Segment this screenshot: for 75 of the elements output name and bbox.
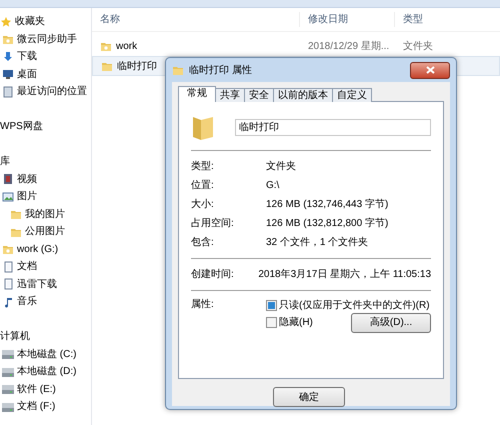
folder-icon — [10, 208, 22, 220]
sidebar-item[interactable]: 下载 — [17, 49, 37, 64]
sidebar-item[interactable]: 计算机 — [0, 329, 30, 344]
sidebar-item[interactable]: 文档 (F:) — [17, 399, 56, 414]
sidebar-item[interactable]: 本地磁盘 (D:) — [17, 364, 76, 380]
image-icon — [2, 190, 14, 203]
property-value: G:\ — [266, 179, 280, 193]
tab[interactable]: 以前的版本 — [273, 88, 333, 102]
tab[interactable]: 常规 — [178, 86, 216, 102]
document-icon — [2, 278, 14, 290]
file-name: work — [116, 40, 138, 54]
sidebar-item[interactable]: 库 — [0, 154, 10, 170]
close-button[interactable] — [410, 62, 450, 78]
desktop-icon — [2, 68, 14, 80]
property-label: 包含: — [191, 236, 215, 250]
tab[interactable]: 共享 — [215, 88, 245, 102]
file-type: 文件夹 — [403, 40, 433, 52]
name-field[interactable]: 临时打印 — [235, 118, 431, 136]
sidebar-item[interactable]: 本地磁盘 (C:) — [17, 346, 76, 362]
column-header[interactable]: 名称 — [100, 14, 120, 25]
sidebar-item[interactable]: 音乐 — [17, 294, 37, 310]
sidebar-item[interactable]: 视频 — [17, 172, 37, 187]
sidebar-item[interactable]: 软件 (E:) — [17, 382, 56, 397]
window-title: 临时打印 属性 — [189, 64, 252, 78]
cloud-folder-icon — [2, 243, 14, 256]
property-label: 占用空间: — [191, 216, 235, 231]
drive-icon — [2, 366, 14, 378]
sidebar-item[interactable]: 最近访问的位置 — [17, 84, 87, 100]
property-value: 文件夹 — [266, 160, 296, 174]
property-label: 大小: — [191, 198, 215, 212]
column-header[interactable]: 类型 — [403, 14, 423, 25]
cloud-folder-icon — [2, 33, 14, 46]
drive-icon — [2, 383, 14, 396]
folder-icon — [172, 64, 184, 76]
modified-date: 2018/12/29 星期... — [308, 40, 390, 52]
property-value: 32 个文件，1 个文件夹 — [266, 236, 368, 250]
sidebar-item[interactable]: 桌面 — [17, 66, 37, 82]
sidebar-item[interactable]: 迅雷下载 — [17, 276, 57, 292]
property-label: 位置: — [191, 178, 215, 193]
property-value: 2018年3月17日 星期六，上午 11:05:13 — [258, 268, 431, 282]
sidebar-item[interactable]: 文档 — [17, 259, 37, 274]
column-header[interactable]: 修改日期 — [308, 14, 348, 25]
sidebar-item[interactable]: 公用图片 — [25, 224, 65, 240]
property-label: 创建时间: — [191, 268, 235, 282]
tab[interactable]: 自定义 — [332, 88, 372, 102]
checkbox[interactable] — [266, 317, 277, 328]
checkbox-label[interactable]: 隐藏(H) — [279, 315, 313, 330]
drive-icon — [2, 400, 14, 413]
sidebar-item[interactable]: 收藏夹 — [15, 14, 45, 30]
video-icon — [2, 173, 14, 186]
recent-places-icon — [2, 86, 14, 98]
close-icon — [426, 66, 434, 74]
sidebar-item[interactable]: 图片 — [17, 189, 37, 204]
property-value: 126 MB (132,812,800 字节) — [266, 216, 388, 231]
file-row[interactable]: work 2018/12/29 星期... 文件夹 — [92, 36, 500, 56]
checkbox-label[interactable]: 只读(仅应用于文件夹中的文件)(R) — [279, 298, 430, 313]
download-icon — [2, 50, 14, 63]
property-label: 类型: — [191, 160, 215, 174]
music-icon — [2, 296, 14, 308]
tab[interactable]: 安全 — [244, 88, 274, 102]
ok-button[interactable]: 确定 — [273, 387, 345, 407]
checkbox[interactable] — [266, 300, 277, 311]
star-icon — [0, 16, 12, 28]
document-icon — [2, 260, 14, 273]
property-value: 126 MB (132,746,443 字节) — [266, 198, 388, 212]
sidebar-item[interactable]: work (G:) — [17, 242, 58, 257]
sidebar-item[interactable]: 我的图片 — [25, 206, 65, 222]
folder-icon — [101, 60, 113, 72]
advanced-button[interactable]: 高级(D)... — [351, 312, 431, 332]
property-label: 属性: — [191, 298, 215, 312]
cloud-folder-icon — [100, 40, 112, 52]
sidebar-item[interactable]: WPS网盘 — [0, 119, 43, 134]
drive-icon — [2, 348, 14, 360]
sidebar-item[interactable]: 微云同步助手 — [17, 32, 77, 47]
file-name: 临时打印 — [117, 60, 157, 74]
